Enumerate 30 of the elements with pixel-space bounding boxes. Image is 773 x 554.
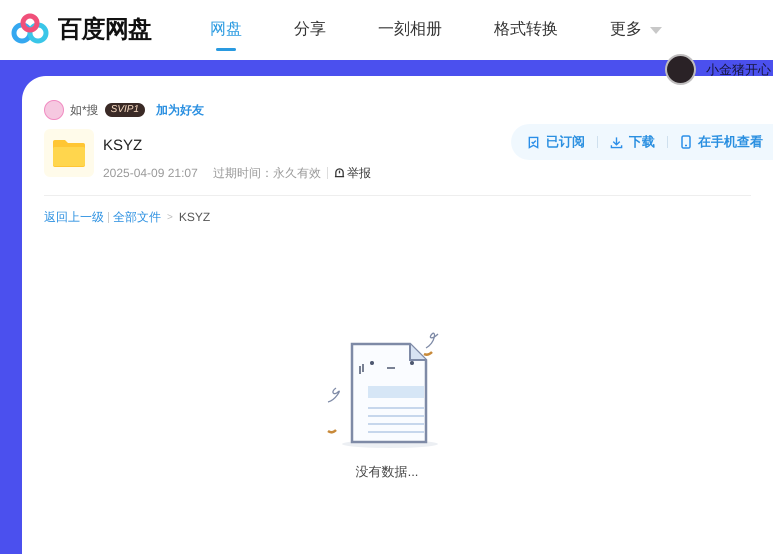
breadcrumb-link[interactable]: 全部文件 — [113, 208, 161, 226]
breadcrumb-separator: > — [167, 210, 173, 224]
breadcrumb-current: KSYZ — [178, 209, 210, 226]
folder-icon — [51, 138, 87, 168]
svip-badge: SVIP1 — [104, 103, 146, 117]
add-friend-link[interactable]: 加为好友 — [156, 101, 204, 119]
download-button[interactable]: 下载 — [610, 132, 655, 152]
share-date: 2025-04-09 21:07 — [103, 164, 198, 182]
expiry-value: 永久有效 — [272, 164, 321, 182]
alarm-icon — [334, 167, 345, 178]
nav-tab[interactable]: 分享 — [294, 18, 326, 42]
nav-tab[interactable]: 一刻相册 — [378, 18, 442, 42]
bookmark-check-icon — [527, 136, 540, 148]
expiry-label: 过期时间： — [212, 164, 273, 182]
folder-name: KSYZ — [103, 136, 144, 156]
user-name[interactable]: 小金猪开心 — [706, 60, 771, 80]
nav-tab[interactable]: 更多 — [610, 18, 662, 42]
active-tab-indicator — [216, 48, 236, 51]
nav-tab[interactable]: 格式转换 — [494, 18, 558, 42]
avatar — [44, 100, 64, 120]
owner-name: 如*搜 — [70, 102, 99, 119]
phone-button[interactable]: 在手机查看 — [680, 132, 763, 152]
back-link[interactable]: 返回上一级 — [44, 208, 104, 226]
download-icon — [610, 136, 623, 148]
nav-tab[interactable]: 网盘 — [210, 18, 242, 42]
empty-message: 没有数据... — [356, 463, 418, 481]
logo-text: 百度网盘 — [58, 15, 152, 45]
report-link[interactable]: 举报 — [334, 164, 371, 182]
subscribe-button[interactable]: 已订阅 — [527, 132, 585, 152]
phone-icon — [680, 135, 692, 149]
